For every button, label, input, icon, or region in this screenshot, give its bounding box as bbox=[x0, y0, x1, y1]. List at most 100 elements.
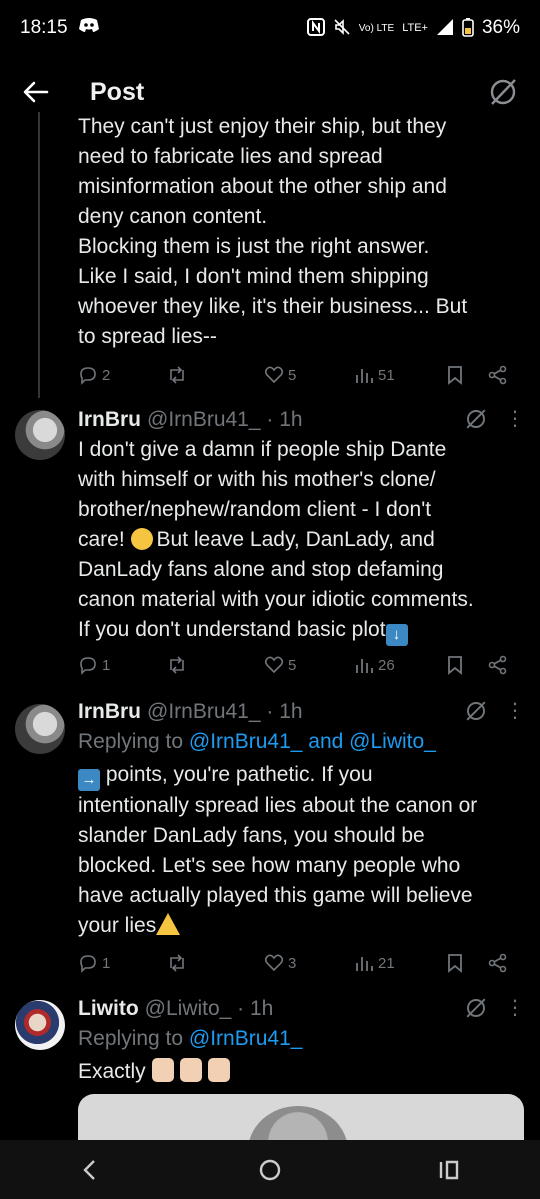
like-button[interactable]: 3 bbox=[264, 953, 354, 973]
heart-icon bbox=[264, 954, 284, 972]
grok-icon bbox=[490, 79, 516, 105]
mention-link[interactable]: @IrnBru41_ bbox=[189, 1027, 303, 1050]
arrow-left-icon bbox=[23, 81, 49, 103]
worried-face-emoji bbox=[130, 528, 153, 550]
bookmark-button[interactable] bbox=[446, 365, 488, 385]
reply-count: 2 bbox=[102, 366, 111, 384]
share-icon bbox=[488, 953, 507, 973]
reply-button[interactable]: 2 bbox=[78, 365, 166, 385]
grok-icon[interactable] bbox=[464, 407, 488, 437]
system-nav-bar bbox=[0, 1140, 540, 1199]
bookmark-icon bbox=[448, 954, 462, 973]
like-count: 5 bbox=[288, 656, 297, 674]
repost-icon bbox=[170, 954, 184, 972]
like-button[interactable]: 5 bbox=[264, 365, 354, 385]
reply-button[interactable]: 1 bbox=[78, 655, 166, 675]
repost-button[interactable] bbox=[166, 365, 264, 385]
share-button[interactable] bbox=[488, 953, 508, 973]
grok-icon[interactable] bbox=[464, 996, 488, 1026]
replying-to: Replying to @IrnBru41_ bbox=[78, 1024, 528, 1054]
reply-icon bbox=[80, 657, 96, 675]
views-icon bbox=[356, 369, 373, 383]
tweet-header: IrnBru @IrnBru41_ · 1h ⋮ bbox=[78, 405, 528, 435]
thread-line bbox=[38, 112, 40, 398]
more-options-icon[interactable]: ⋮ bbox=[505, 996, 525, 1020]
replying-prefix: Replying to bbox=[78, 1027, 189, 1050]
heart-icon bbox=[264, 366, 284, 384]
author-name[interactable]: IrnBru bbox=[78, 700, 141, 724]
nfc-icon bbox=[306, 17, 325, 39]
crossed-fingers-emoji bbox=[151, 1058, 174, 1082]
repost-icon bbox=[170, 366, 184, 384]
author-name[interactable]: Liwito bbox=[78, 997, 139, 1021]
status-time: 18:15 bbox=[20, 17, 68, 38]
heart-icon bbox=[264, 656, 284, 674]
like-count: 3 bbox=[288, 954, 297, 972]
more-options-icon[interactable]: ⋮ bbox=[505, 699, 525, 723]
view-count: 26 bbox=[378, 656, 395, 674]
crossed-fingers-emoji bbox=[179, 1058, 202, 1082]
mute-icon bbox=[333, 18, 351, 39]
share-icon bbox=[488, 655, 507, 675]
repost-button[interactable] bbox=[166, 953, 264, 973]
tweet-text: I don't give a damn if people ship Dante… bbox=[78, 435, 526, 646]
author-handle[interactable]: @IrnBru41_ · 1h bbox=[147, 408, 303, 432]
replying-and: and bbox=[302, 730, 350, 753]
views-button[interactable]: 51 bbox=[354, 365, 446, 385]
back-button[interactable] bbox=[22, 78, 50, 106]
chevron-left-icon bbox=[83, 1159, 95, 1180]
mention-link[interactable]: @Liwito_ bbox=[349, 730, 436, 753]
bookmark-button[interactable] bbox=[446, 953, 488, 973]
reply-count: 1 bbox=[102, 954, 111, 972]
repost-button[interactable] bbox=[166, 655, 264, 675]
bookmark-icon bbox=[448, 656, 462, 675]
more-options-icon[interactable]: ⋮ bbox=[505, 407, 525, 431]
tweet-header: Liwito @Liwito_ · 1h ⋮ bbox=[78, 994, 528, 1024]
nav-back-button[interactable] bbox=[60, 1150, 120, 1190]
like-button[interactable]: 5 bbox=[264, 655, 354, 675]
avatar[interactable] bbox=[15, 410, 65, 460]
tweet-actions: 1 3 21 bbox=[78, 948, 518, 978]
bookmark-button[interactable] bbox=[446, 655, 488, 675]
tweet-actions: 1 5 26 bbox=[78, 650, 518, 680]
nav-recents-button[interactable] bbox=[420, 1150, 480, 1190]
reply-count: 1 bbox=[102, 656, 111, 674]
author-handle[interactable]: @IrnBru41_ · 1h bbox=[147, 700, 303, 724]
mention-link[interactable]: @IrnBru41_ bbox=[189, 730, 303, 753]
author-name[interactable]: IrnBru bbox=[78, 408, 141, 432]
like-count: 5 bbox=[288, 366, 297, 384]
view-count: 21 bbox=[378, 954, 395, 972]
warning-emoji bbox=[156, 913, 181, 935]
grok-icon[interactable] bbox=[464, 699, 488, 729]
view-count: 51 bbox=[378, 366, 395, 384]
battery-icon bbox=[462, 17, 474, 40]
repost-icon bbox=[170, 656, 184, 674]
tweet-media-image[interactable] bbox=[78, 1094, 524, 1140]
avatar[interactable] bbox=[15, 1000, 65, 1050]
views-button[interactable]: 21 bbox=[354, 953, 446, 973]
recents-icon bbox=[439, 1160, 459, 1179]
tweet-text: Exactly bbox=[78, 1057, 526, 1087]
tweet-text: They can't just enjoy their ship, but th… bbox=[78, 115, 468, 348]
reply-button[interactable]: 1 bbox=[78, 953, 166, 973]
grok-button[interactable] bbox=[488, 77, 518, 107]
views-button[interactable]: 26 bbox=[354, 655, 446, 675]
tweet-text-part: points, you're pathetic. If you intentio… bbox=[78, 763, 478, 937]
nav-home-button[interactable] bbox=[240, 1150, 300, 1190]
discord-icon bbox=[78, 17, 100, 39]
avatar[interactable] bbox=[15, 704, 65, 754]
thread: They can't just enjoy their ship, but th… bbox=[0, 112, 540, 1140]
reply-icon bbox=[80, 367, 96, 385]
volte-label: Vo) LTE bbox=[358, 22, 395, 34]
right-arrow-emoji: → bbox=[78, 769, 100, 791]
network-label: LTE+ bbox=[402, 22, 428, 34]
bookmark-icon bbox=[448, 366, 462, 385]
share-button[interactable] bbox=[488, 365, 508, 385]
status-bar: 18:15 Vo) LTE LTE+ 36% bbox=[0, 0, 540, 56]
tweet-text: → points, you're pathetic. If you intent… bbox=[78, 760, 526, 941]
share-button[interactable] bbox=[488, 655, 508, 675]
battery-level: 36% bbox=[481, 17, 520, 38]
author-handle[interactable]: @Liwito_ · 1h bbox=[145, 997, 274, 1021]
views-icon bbox=[356, 957, 373, 971]
tweet-header: IrnBru @IrnBru41_ · 1h ⋮ bbox=[78, 697, 528, 727]
